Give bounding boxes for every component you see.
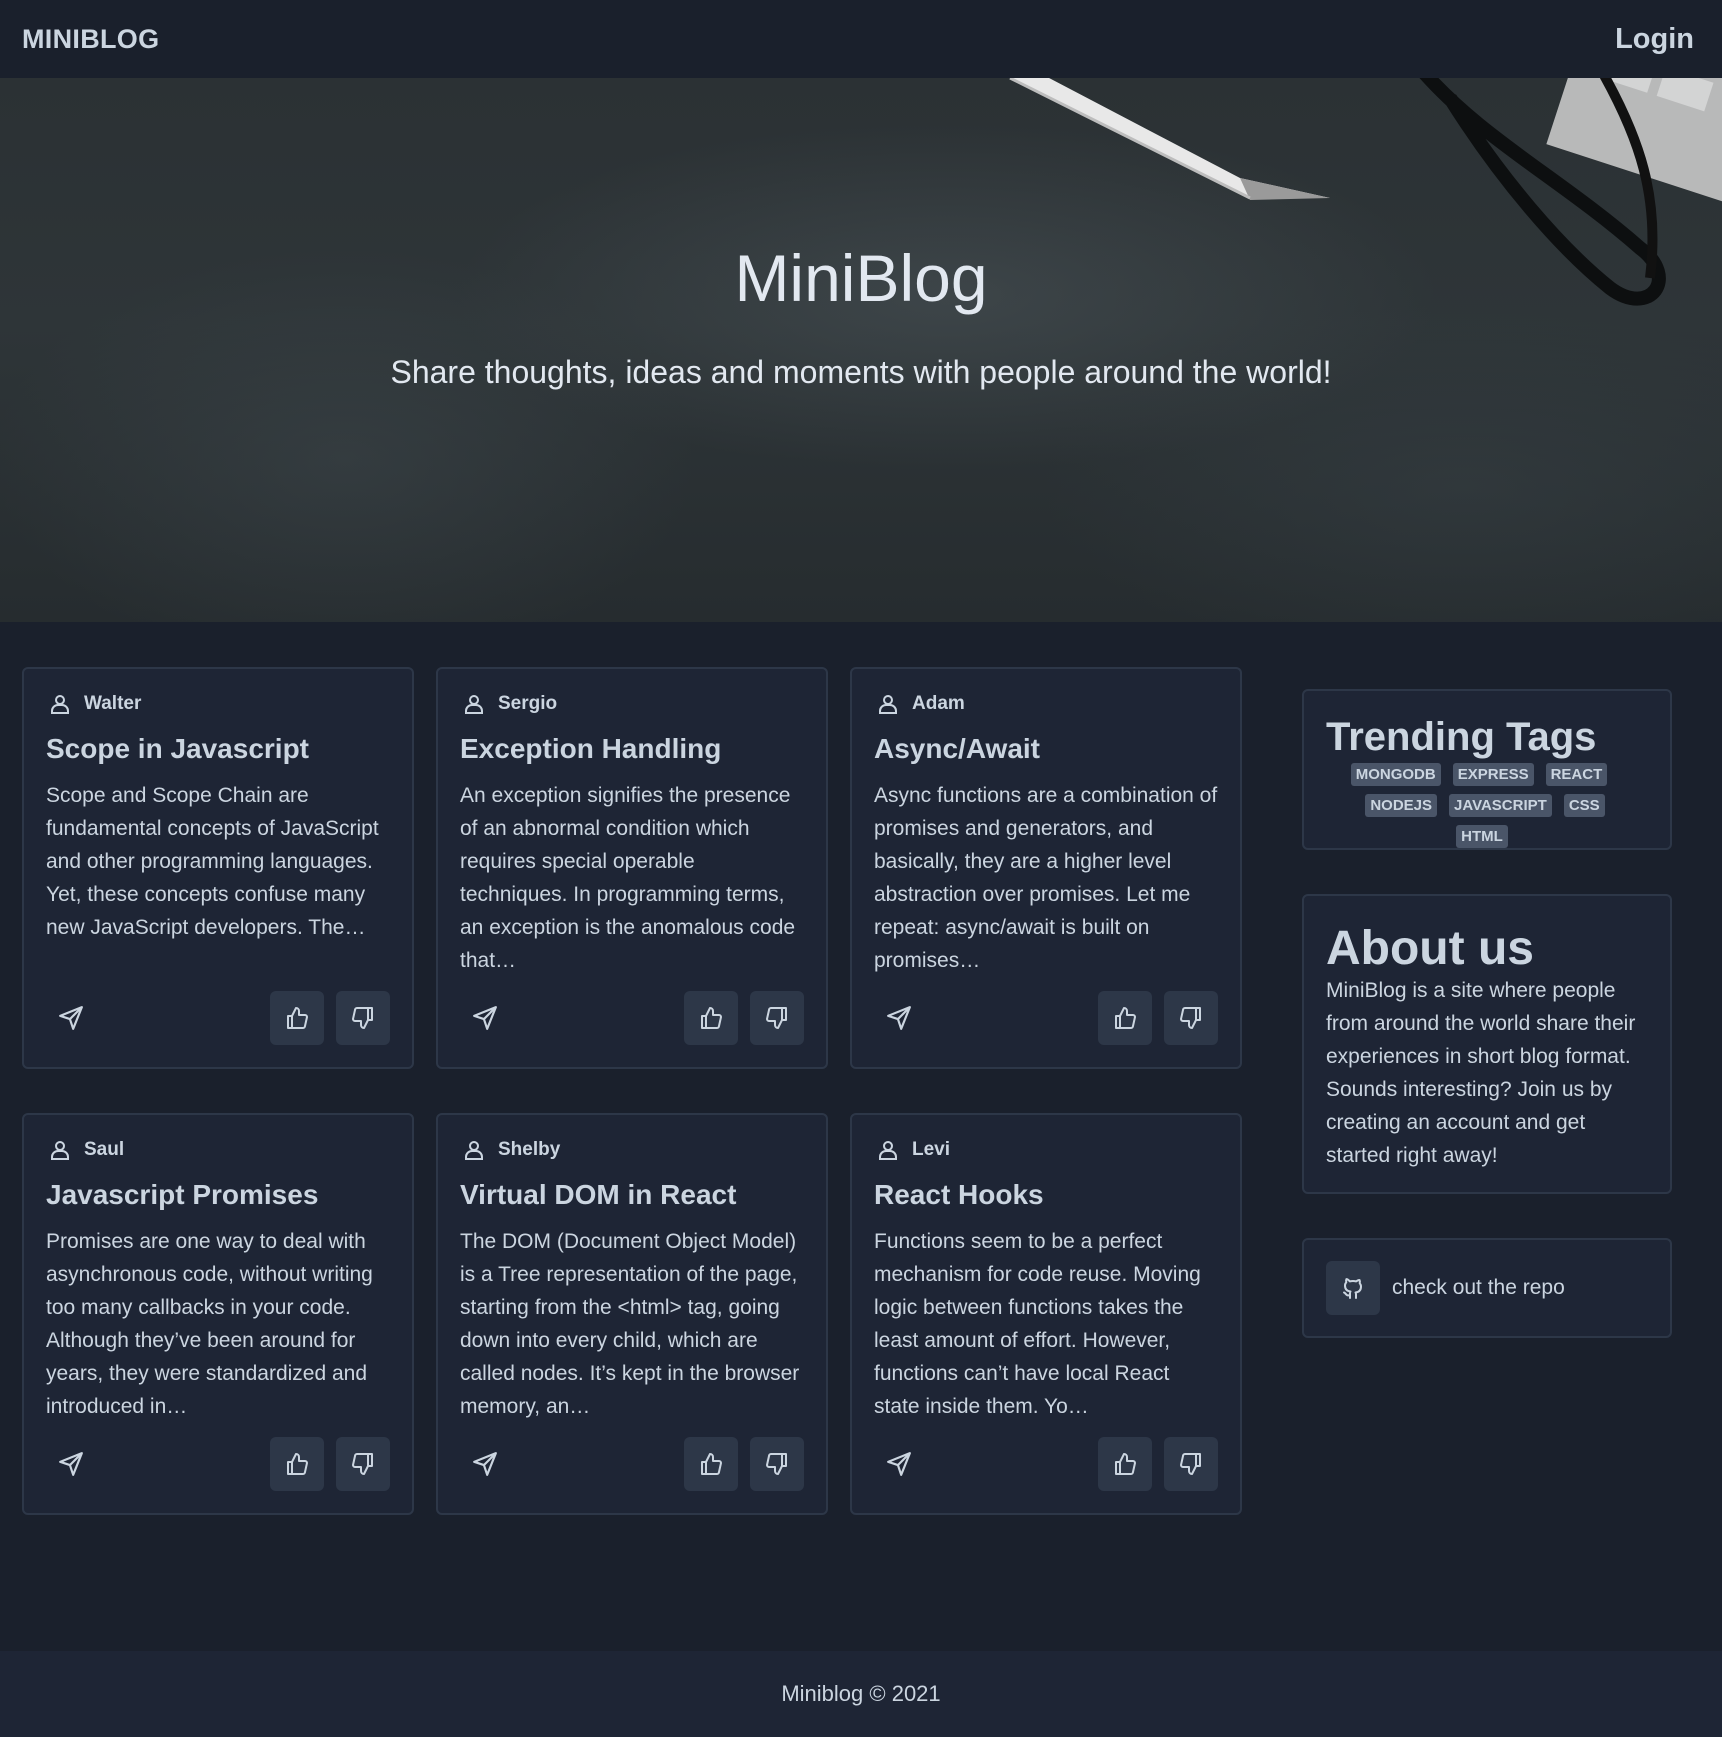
tag-javascript[interactable]: JAVASCRIPT bbox=[1449, 794, 1552, 817]
upvote-button[interactable] bbox=[270, 1437, 324, 1491]
upvote-button[interactable] bbox=[270, 991, 324, 1045]
downvote-button[interactable] bbox=[1164, 1437, 1218, 1491]
author-name: Walter bbox=[84, 693, 142, 714]
post-card[interactable]: Walter Scope in Javascript Scope and Sco… bbox=[22, 667, 414, 1069]
post-author: Walter bbox=[46, 691, 390, 717]
tag-express[interactable]: EXPRESS bbox=[1452, 763, 1534, 786]
user-icon bbox=[879, 1141, 897, 1160]
post-actions bbox=[460, 991, 804, 1045]
post-title[interactable]: React Hooks bbox=[874, 1179, 1218, 1211]
trending-tags-title: Trending Tags bbox=[1326, 715, 1597, 759]
post-actions bbox=[874, 991, 1218, 1045]
tag-mongodb[interactable]: MONGODB bbox=[1350, 763, 1441, 786]
upvote-button[interactable] bbox=[1098, 1437, 1152, 1491]
post-author: Sergio bbox=[460, 691, 804, 717]
user-icon bbox=[879, 695, 897, 714]
downvote-button[interactable] bbox=[1164, 991, 1218, 1045]
thumbs-down-icon bbox=[1180, 1007, 1201, 1029]
footer: Miniblog © 2021 bbox=[0, 1651, 1722, 1737]
post-author: Adam bbox=[874, 691, 1218, 717]
navbar: MINIBLOG Login bbox=[0, 0, 1722, 78]
send-icon[interactable] bbox=[472, 1005, 498, 1031]
send-icon[interactable] bbox=[58, 1005, 84, 1031]
post-card[interactable]: Shelby Virtual DOM in React The DOM (Doc… bbox=[436, 1113, 828, 1515]
send-icon[interactable] bbox=[58, 1451, 84, 1477]
hero-banner: MiniBlog Share thoughts, ideas and momen… bbox=[0, 78, 1722, 622]
hero-subtitle: Share thoughts, ideas and moments with p… bbox=[390, 354, 1332, 390]
author-name: Levi bbox=[912, 1139, 951, 1160]
send-icon[interactable] bbox=[472, 1451, 498, 1477]
thumbs-up-icon bbox=[287, 1453, 308, 1475]
post-author: Levi bbox=[874, 1137, 1218, 1163]
about-text: MiniBlog is a site where people from aro… bbox=[1326, 979, 1636, 1167]
author-name: Adam bbox=[912, 693, 965, 714]
post-excerpt: Scope and Scope Chain are fundamental co… bbox=[46, 784, 379, 939]
hero-title: MiniBlog bbox=[734, 241, 988, 315]
author-name: Sergio bbox=[498, 693, 558, 714]
github-icon bbox=[1343, 1278, 1362, 1299]
post-actions bbox=[460, 1437, 804, 1491]
about-title: About us bbox=[1326, 922, 1534, 975]
post-card[interactable]: Saul Javascript Promises Promises are on… bbox=[22, 1113, 414, 1515]
upvote-button[interactable] bbox=[684, 1437, 738, 1491]
tag-react[interactable]: REACT bbox=[1545, 763, 1608, 786]
thumbs-up-icon bbox=[701, 1007, 722, 1029]
thumbs-down-icon bbox=[766, 1007, 787, 1029]
author-name: Shelby bbox=[498, 1139, 561, 1160]
footer-copyright: Miniblog © 2021 bbox=[781, 1681, 941, 1706]
post-title[interactable]: Javascript Promises bbox=[46, 1179, 390, 1211]
downvote-button[interactable] bbox=[750, 1437, 804, 1491]
brand-logo[interactable]: MINIBLOG bbox=[22, 24, 159, 55]
post-title[interactable]: Virtual DOM in React bbox=[460, 1179, 804, 1211]
user-icon bbox=[51, 1141, 69, 1160]
tag-html[interactable]: HTML bbox=[1456, 825, 1508, 848]
upvote-button[interactable] bbox=[684, 991, 738, 1045]
login-link[interactable]: Login bbox=[1615, 23, 1694, 56]
author-name: Saul bbox=[84, 1139, 125, 1160]
user-icon bbox=[51, 695, 69, 714]
post-excerpt: Promises are one way to deal with asynch… bbox=[46, 1230, 373, 1418]
repo-link[interactable]: check out the repo bbox=[1302, 1238, 1672, 1338]
downvote-button[interactable] bbox=[336, 1437, 390, 1491]
thumbs-up-icon bbox=[1115, 1007, 1136, 1029]
post-actions bbox=[874, 1437, 1218, 1491]
user-icon bbox=[465, 695, 483, 714]
send-icon[interactable] bbox=[886, 1005, 912, 1031]
trending-tags-panel: Trending Tags MONGODB EXPRESS REACT NODE… bbox=[1302, 689, 1672, 850]
thumbs-up-icon bbox=[701, 1453, 722, 1475]
post-excerpt: The DOM (Document Object Model) is a Tre… bbox=[460, 1230, 800, 1418]
post-excerpt: An exception signifies the presence of a… bbox=[460, 784, 796, 972]
tag-css[interactable]: CSS bbox=[1563, 794, 1605, 817]
user-icon bbox=[465, 1141, 483, 1160]
downvote-button[interactable] bbox=[336, 991, 390, 1045]
post-card[interactable]: Adam Async/Await Async functions are a c… bbox=[850, 667, 1242, 1069]
repo-label[interactable]: check out the repo bbox=[1392, 1276, 1565, 1300]
thumbs-down-icon bbox=[766, 1453, 787, 1475]
thumbs-down-icon bbox=[352, 1453, 373, 1475]
upvote-button[interactable] bbox=[1098, 991, 1152, 1045]
thumbs-up-icon bbox=[287, 1007, 308, 1029]
post-actions bbox=[46, 1437, 390, 1491]
post-title[interactable]: Exception Handling bbox=[460, 733, 804, 765]
post-excerpt: Async functions are a combination of pro… bbox=[874, 784, 1218, 972]
repo-button[interactable] bbox=[1326, 1261, 1380, 1315]
thumbs-up-icon bbox=[1115, 1453, 1136, 1475]
post-card[interactable]: Sergio Exception Handling An exception s… bbox=[436, 667, 828, 1069]
post-actions bbox=[46, 991, 390, 1045]
post-author: Saul bbox=[46, 1137, 390, 1163]
post-author: Shelby bbox=[460, 1137, 804, 1163]
tag-nodejs[interactable]: NODEJS bbox=[1365, 794, 1438, 817]
downvote-button[interactable] bbox=[750, 991, 804, 1045]
post-excerpt: Functions seem to be a perfect mechanism… bbox=[874, 1230, 1201, 1418]
post-card[interactable]: Levi React Hooks Functions seem to be a … bbox=[850, 1113, 1242, 1515]
thumbs-down-icon bbox=[352, 1007, 373, 1029]
hero-background-image bbox=[1009, 78, 1722, 306]
about-panel: About us MiniBlog is a site where people… bbox=[1302, 894, 1672, 1194]
tag-list: MONGODB EXPRESS REACT NODEJS JAVASCRIPT … bbox=[1326, 759, 1648, 852]
send-icon[interactable] bbox=[886, 1451, 912, 1477]
post-title[interactable]: Scope in Javascript bbox=[46, 733, 390, 765]
thumbs-down-icon bbox=[1180, 1453, 1201, 1475]
post-title[interactable]: Async/Await bbox=[874, 733, 1218, 765]
